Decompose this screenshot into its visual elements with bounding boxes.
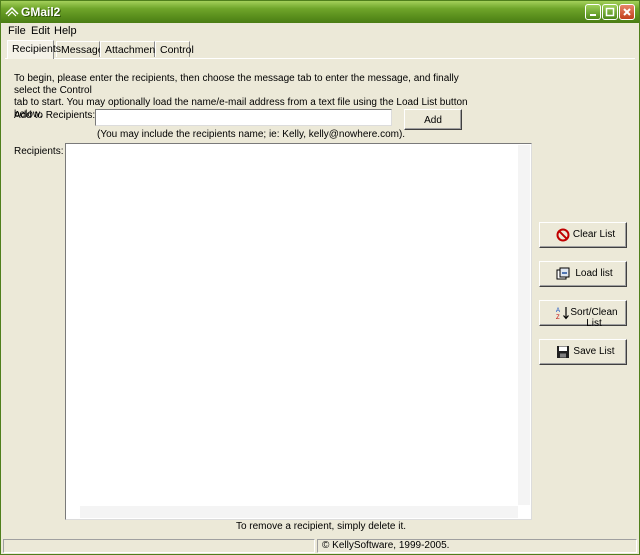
remove-recipient-note: To remove a recipient, simply delete it. bbox=[235, 521, 407, 532]
clear-list-button[interactable]: Clear List bbox=[539, 222, 627, 248]
window-title: GMail2 bbox=[21, 5, 61, 19]
sort-clean-list-button[interactable]: A Z Sort/Clean List bbox=[539, 300, 627, 329]
save-list-label: Save List bbox=[573, 346, 615, 357]
maximize-button[interactable] bbox=[602, 4, 618, 20]
list-horizontal-scrollbar[interactable] bbox=[80, 506, 518, 518]
load-list-button[interactable]: Load list bbox=[539, 261, 627, 287]
recipients-list-label: Recipients: bbox=[14, 146, 64, 157]
intro-line-1: To begin, please enter the recipients, t… bbox=[14, 73, 459, 96]
add-recipient-input[interactable] bbox=[95, 109, 392, 126]
recipient-format-hint: (You may include the recipients name; ie… bbox=[97, 129, 406, 140]
tab-control[interactable]: Control bbox=[155, 41, 194, 57]
maximize-icon bbox=[605, 7, 615, 17]
svg-text:A: A bbox=[556, 308, 560, 314]
minimize-button[interactable] bbox=[585, 4, 601, 20]
recipients-list[interactable] bbox=[65, 143, 532, 520]
mail-icon bbox=[5, 6, 19, 17]
add-recipients-label: Add to Recipients: bbox=[14, 110, 96, 121]
svg-text:Z: Z bbox=[556, 315, 560, 320]
tab-recipients[interactable]: Recipients bbox=[7, 40, 61, 59]
app-window: GMail2 File Edit Help Recipients Message… bbox=[0, 0, 640, 555]
tab-attachments[interactable]: Attachments bbox=[100, 41, 163, 57]
status-bar: © KellySoftware, 1999-2005. bbox=[1, 538, 639, 554]
title-bar[interactable]: GMail2 bbox=[1, 1, 639, 23]
list-vertical-scrollbar[interactable] bbox=[518, 145, 530, 505]
clear-list-label: Clear List bbox=[572, 229, 616, 240]
load-list-label: Load list bbox=[575, 268, 613, 279]
copyright-text: © KellySoftware, 1999-2005. bbox=[317, 539, 637, 553]
add-button[interactable]: Add bbox=[404, 109, 462, 130]
minimize-icon bbox=[590, 14, 596, 16]
tab-message[interactable]: Message bbox=[56, 41, 104, 57]
menu-bar: File Edit Help bbox=[1, 23, 639, 39]
sort-clean-list-label: Sort/Clean List bbox=[570, 307, 618, 329]
menu-edit[interactable]: Edit bbox=[31, 25, 50, 37]
menu-file[interactable]: File bbox=[8, 25, 26, 37]
close-button[interactable] bbox=[619, 4, 635, 20]
save-list-button[interactable]: Save List bbox=[539, 339, 627, 365]
close-icon bbox=[623, 8, 631, 16]
menu-help[interactable]: Help bbox=[54, 25, 77, 37]
status-panel-left bbox=[3, 539, 315, 553]
